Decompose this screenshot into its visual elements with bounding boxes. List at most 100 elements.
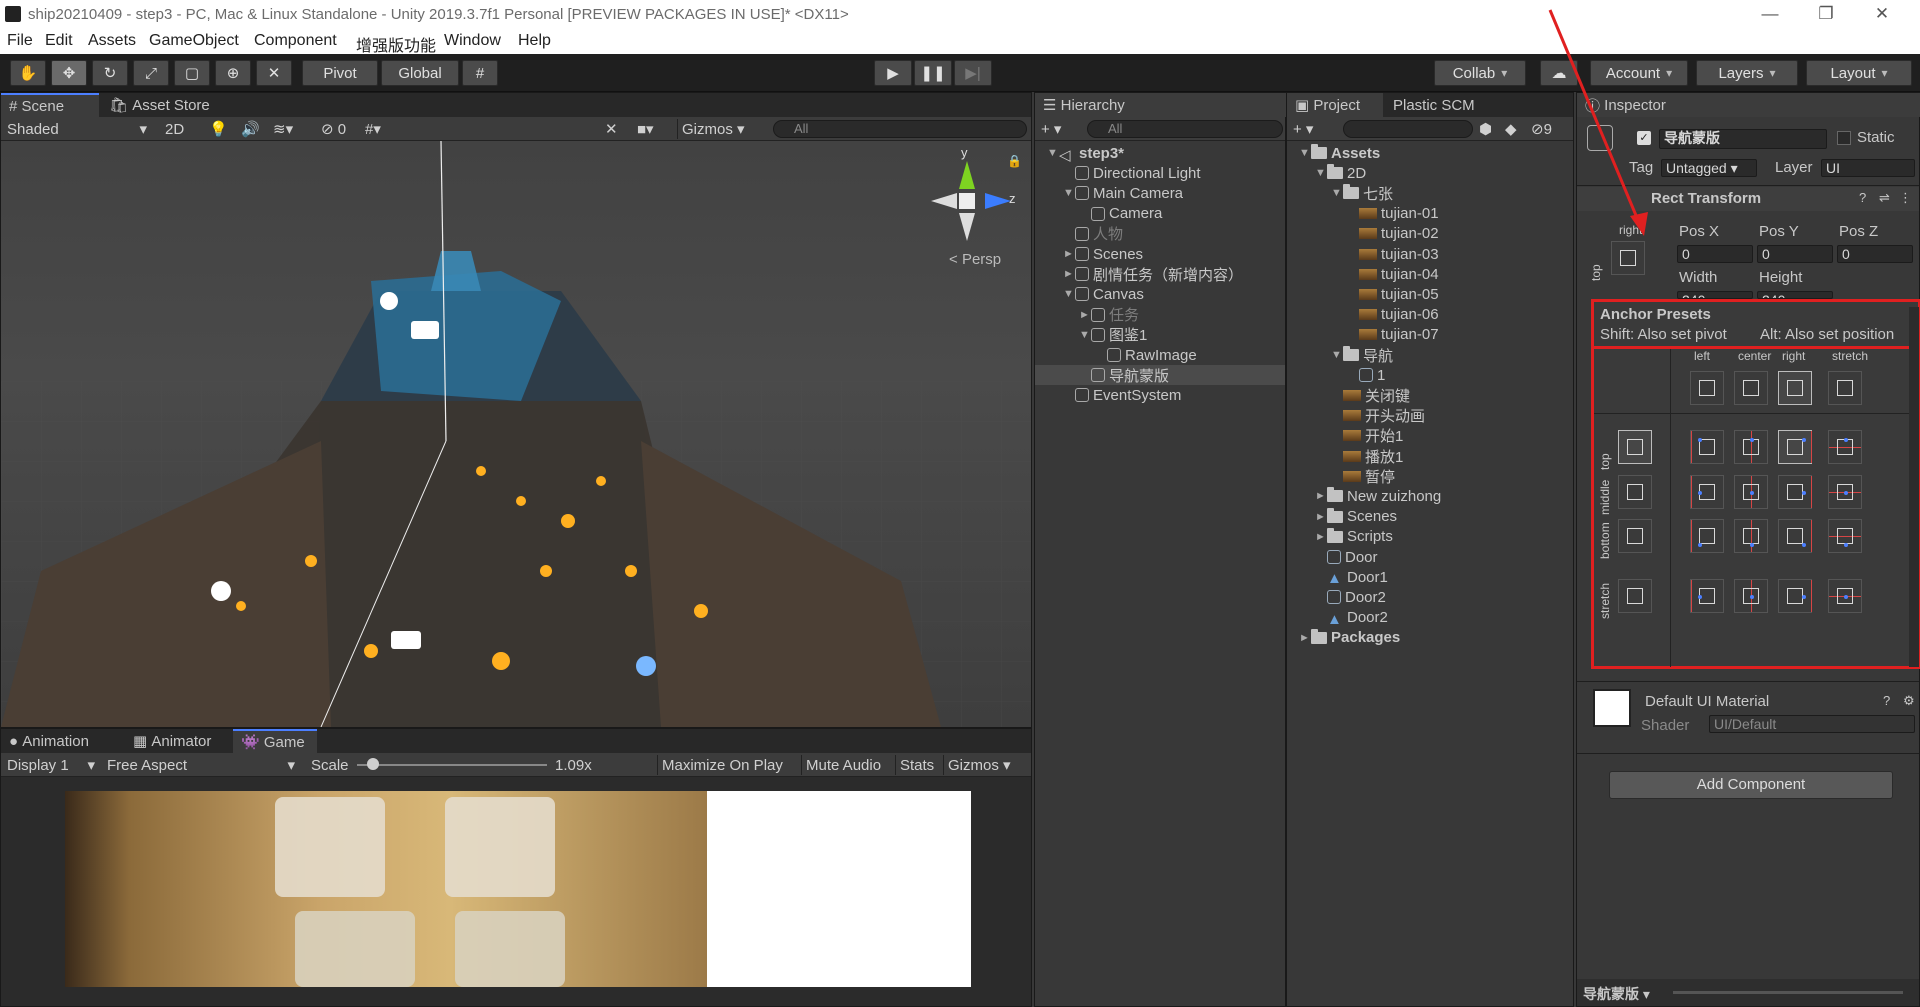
active-checkbox[interactable]: ✓	[1637, 131, 1651, 145]
tab-animation[interactable]: ● Animation	[1, 729, 97, 753]
component-settings-icon[interactable]: ⇌	[1879, 190, 1890, 206]
hierarchy-row[interactable]: 导航蒙版	[1035, 365, 1285, 386]
hierarchy-row[interactable]: ▼ ◁ step3*	[1035, 143, 1285, 165]
component-menu-icon[interactable]: ⋮	[1899, 190, 1912, 206]
project-row[interactable]: tujian-06	[1287, 305, 1573, 325]
hierarchy-row[interactable]: 人物	[1035, 224, 1285, 244]
component-help-icon[interactable]: ?	[1859, 190, 1866, 205]
game-viewport[interactable]	[1, 777, 1031, 1006]
hierarchy-row[interactable]: ▼ 图鉴1	[1035, 325, 1285, 345]
project-row[interactable]: ► New zuizhong	[1287, 486, 1573, 506]
custom-tool-icon[interactable]: ✕	[256, 60, 292, 86]
rect-tool-icon[interactable]: ▢	[174, 60, 210, 86]
project-row[interactable]: ▼ Assets	[1287, 143, 1573, 163]
project-row[interactable]: ▼ 2D	[1287, 163, 1573, 183]
play-button[interactable]: ▶	[874, 60, 912, 86]
hierarchy-row[interactable]: Directional Light	[1035, 163, 1285, 183]
orientation-gizmo[interactable]	[931, 161, 1011, 241]
footer-object-label[interactable]: 导航蒙版 ▾	[1583, 984, 1650, 1004]
menu-help[interactable]: Help	[518, 32, 551, 50]
expand-arrow-icon[interactable]: ▼	[1331, 349, 1343, 361]
expand-arrow-icon[interactable]: ▼	[1063, 187, 1075, 199]
anchor-preset-stretch-stretch[interactable]	[1828, 579, 1862, 613]
expand-arrow-icon[interactable]: ▼	[1047, 147, 1059, 159]
hidden-packages-toggle[interactable]: ⊘ 9	[1527, 119, 1556, 139]
anchor-preset-button[interactable]	[1611, 241, 1645, 275]
expand-arrow-icon[interactable]: ▼	[1315, 167, 1327, 179]
hierarchy-search-input[interactable]: All	[1087, 120, 1283, 138]
account-dropdown[interactable]: Account	[1590, 60, 1688, 86]
2d-toggle[interactable]: 2D	[161, 119, 188, 139]
anchor-preset-top-right[interactable]	[1778, 430, 1812, 464]
expand-arrow-icon[interactable]: ►	[1299, 632, 1311, 644]
pause-button[interactable]: ❚❚	[914, 60, 952, 86]
step-button[interactable]: ▶|	[954, 60, 992, 86]
hand-tool-icon[interactable]: ✋	[10, 60, 46, 86]
expand-arrow-icon[interactable]: ►	[1063, 248, 1075, 260]
rect-transform-header[interactable]: Rect Transform ? ⇌ ⋮	[1577, 187, 1919, 211]
project-row[interactable]: tujian-03	[1287, 244, 1573, 264]
height-field[interactable]: 240	[1757, 291, 1833, 299]
expand-arrow-icon[interactable]: ▼	[1063, 288, 1075, 300]
tab-hierarchy[interactable]: ☰ Hierarchy	[1035, 93, 1287, 117]
hierarchy-row[interactable]: EventSystem	[1035, 385, 1285, 405]
project-row[interactable]: ▼ 导航	[1287, 345, 1573, 365]
tab-animator[interactable]: ▦ Animator	[125, 729, 219, 753]
move-tool-icon[interactable]: ✥	[51, 60, 87, 86]
tab-plastic-scm[interactable]: Plastic SCM	[1385, 93, 1483, 117]
expand-arrow-icon[interactable]: ►	[1079, 309, 1091, 321]
tab-game[interactable]: 👾 Game	[233, 729, 317, 753]
project-row[interactable]: ▲ Door1	[1287, 567, 1573, 588]
menu-window[interactable]: Window	[444, 32, 501, 50]
hierarchy-row[interactable]: ► 剧情任务（新增内容）	[1035, 264, 1285, 284]
width-field[interactable]: 240	[1677, 291, 1753, 299]
hierarchy-row[interactable]: RawImage	[1035, 345, 1285, 365]
hierarchy-create-button[interactable]: + ▾	[1037, 119, 1065, 139]
scale-slider-track[interactable]	[357, 758, 547, 770]
project-row[interactable]: 暂停	[1287, 466, 1573, 486]
anchor-preset-top-stretch[interactable]	[1828, 430, 1862, 464]
shading-mode-dropdown[interactable]: Shaded ▾	[3, 119, 151, 139]
layer-dropdown[interactable]: UI	[1821, 159, 1915, 177]
anchor-preset-top-center[interactable]	[1734, 430, 1768, 464]
hierarchy-row[interactable]: ▼ Canvas	[1035, 284, 1285, 304]
anchor-preset-bottom-center[interactable]	[1734, 519, 1768, 553]
project-row[interactable]: 1	[1287, 365, 1573, 385]
anchor-preset-center-unset[interactable]	[1734, 371, 1768, 405]
expand-arrow-icon[interactable]: ►	[1063, 268, 1075, 280]
menu-component[interactable]: Component	[254, 32, 337, 50]
material-help-icon[interactable]: ?	[1883, 693, 1890, 708]
lock-icon[interactable]: 🔒	[1007, 154, 1022, 168]
tab-project[interactable]: ▣ Project	[1287, 93, 1383, 117]
anchor-preset-middle-stretch[interactable]	[1828, 475, 1862, 509]
stats-toggle[interactable]: Stats	[895, 755, 938, 775]
expand-arrow-icon[interactable]: ►	[1315, 511, 1327, 523]
effects-icon[interactable]: ≋▾	[269, 119, 297, 139]
anchor-preset-stretch-left[interactable]	[1690, 579, 1724, 613]
anchor-preset-bottom-stretch[interactable]	[1828, 519, 1862, 553]
posz-field[interactable]: 0	[1837, 245, 1913, 263]
expand-arrow-icon[interactable]: ►	[1315, 531, 1327, 543]
tab-inspector[interactable]: ⓘ Inspector	[1577, 93, 1920, 117]
scene-search-input[interactable]: All	[773, 120, 1027, 138]
project-row[interactable]: ► Scripts	[1287, 527, 1573, 547]
menu-enhanced[interactable]: 增强版功能	[356, 32, 436, 56]
filter-label-icon[interactable]: ◆	[1501, 119, 1521, 139]
tab-asset-store[interactable]: 🛍 Asset Store	[101, 93, 218, 117]
project-row[interactable]: 开头动画	[1287, 406, 1573, 426]
project-row[interactable]: ▼ 七张	[1287, 183, 1573, 203]
expand-arrow-icon[interactable]: ►	[1315, 490, 1327, 502]
menu-gameobject[interactable]: GameObject	[149, 32, 239, 50]
mute-audio-toggle[interactable]: Mute Audio	[801, 755, 885, 775]
grid-icon[interactable]: #▾	[361, 119, 385, 139]
anchor-preset-bottom-left[interactable]	[1690, 519, 1724, 553]
hidden-objects-toggle[interactable]: ⊘ 0	[317, 119, 350, 139]
posx-field[interactable]: 0	[1677, 245, 1753, 263]
inspector-scrollbar[interactable]	[1909, 307, 1919, 667]
anchor-preset-middle-left[interactable]	[1690, 475, 1724, 509]
project-row[interactable]: 播放1	[1287, 446, 1573, 466]
restore-button[interactable]: ❐	[1816, 4, 1836, 24]
anchor-preset-unset-top[interactable]	[1618, 430, 1652, 464]
anchor-preset-stretch-unset[interactable]	[1828, 371, 1862, 405]
collab-dropdown[interactable]: Collab	[1434, 60, 1526, 86]
